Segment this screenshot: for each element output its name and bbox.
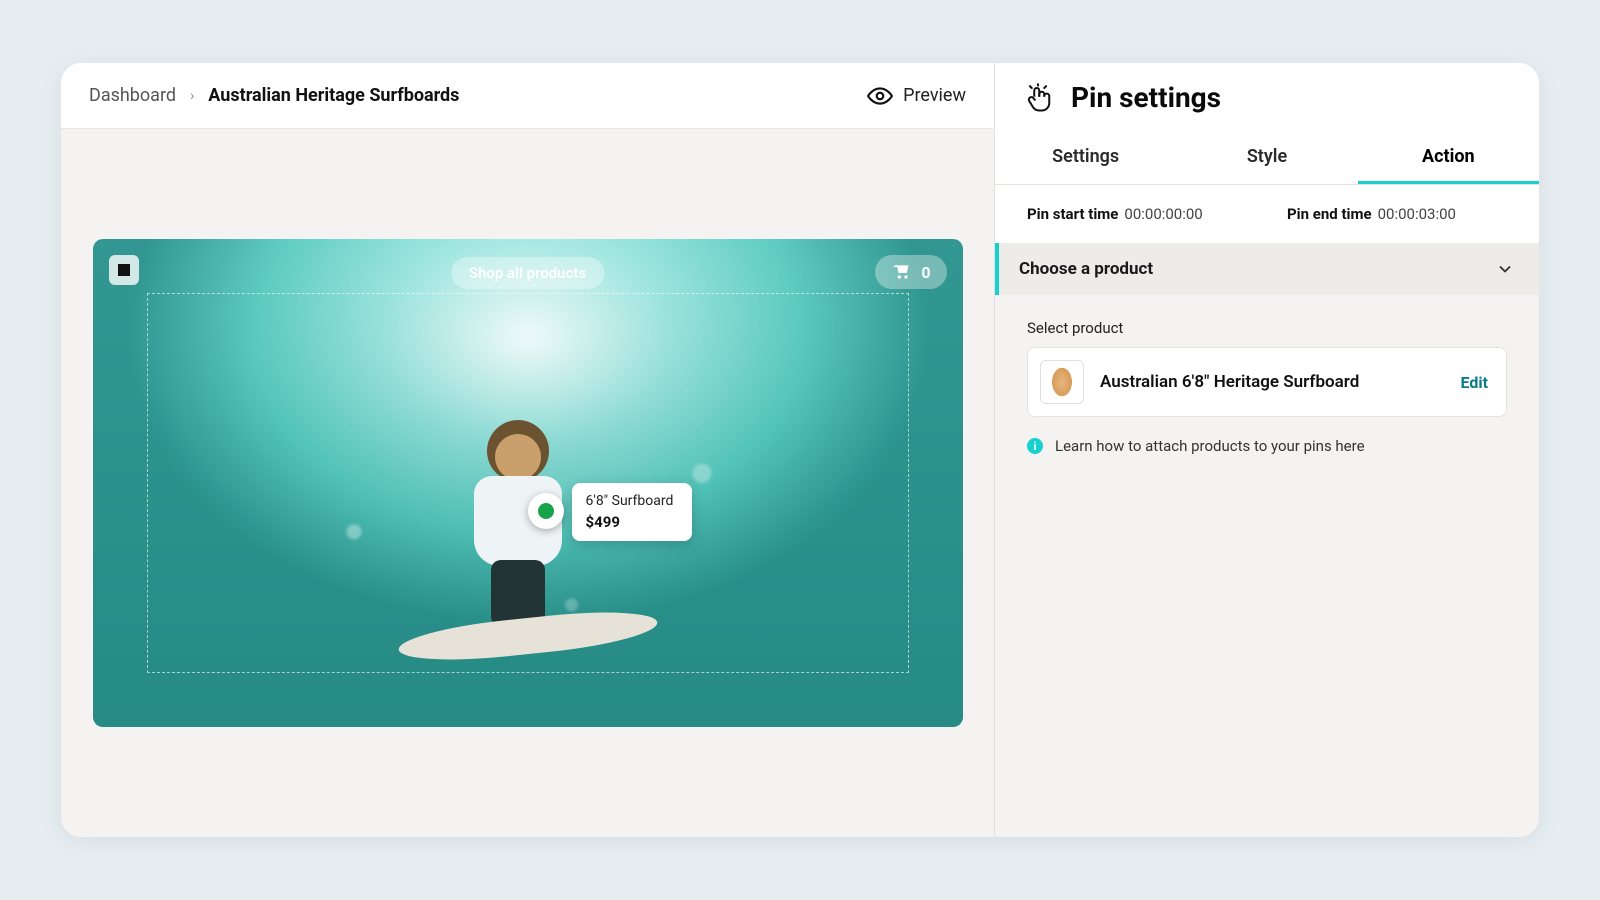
info-hint[interactable]: i Learn how to attach products to your p…: [1027, 437, 1507, 455]
preview-label: Preview: [903, 85, 966, 106]
choose-product-accordion[interactable]: Choose a product: [995, 243, 1539, 295]
select-product-label: Select product: [1027, 319, 1507, 337]
breadcrumb: Dashboard › Australian Heritage Surfboar…: [89, 85, 459, 106]
tap-icon: [1023, 83, 1053, 113]
brand-logo-icon: [115, 261, 133, 279]
cart-pill[interactable]: 0: [875, 255, 946, 289]
pin-end-value: 00:00:03:00: [1378, 205, 1456, 223]
product-name: Australian 6'8" Heritage Surfboard: [1100, 372, 1444, 392]
panel-header: Pin settings: [995, 63, 1539, 130]
brand-logo-chip[interactable]: [109, 255, 139, 285]
canvas-area: Shop all products 0 6'8" Surfboard $499: [61, 129, 994, 837]
settings-pane: Pin settings Settings Style Action Pin s…: [995, 63, 1539, 837]
pin-tooltip[interactable]: 6'8" Surfboard $499: [572, 483, 692, 541]
product-thumbnail: [1040, 360, 1084, 404]
cart-icon: [891, 262, 911, 282]
edit-product-button[interactable]: Edit: [1460, 373, 1488, 392]
pin-end-time: Pin end time 00:00:03:00: [1287, 205, 1507, 223]
pin-tooltip-price: $499: [586, 513, 678, 531]
shop-all-pill[interactable]: Shop all products: [451, 257, 604, 289]
breadcrumb-current: Australian Heritage Surfboards: [208, 85, 459, 106]
app-frame: Dashboard › Australian Heritage Surfboar…: [61, 63, 1539, 837]
eye-icon: [867, 83, 893, 109]
pin-start-value: 00:00:00:00: [1124, 205, 1202, 223]
product-section: Select product Australian 6'8" Heritage …: [995, 295, 1539, 479]
selected-product-row: Australian 6'8" Heritage Surfboard Edit: [1027, 347, 1507, 417]
breadcrumb-root[interactable]: Dashboard: [89, 85, 176, 106]
tab-settings[interactable]: Settings: [995, 130, 1176, 184]
video-preview[interactable]: Shop all products 0 6'8" Surfboard $499: [93, 239, 963, 727]
info-icon: i: [1027, 438, 1043, 454]
accordion-title: Choose a product: [1019, 259, 1153, 279]
safe-zone-guide: [147, 293, 909, 673]
chevron-right-icon: ›: [190, 88, 194, 104]
pin-end-label: Pin end time: [1287, 205, 1372, 223]
time-row: Pin start time 00:00:00:00 Pin end time 00…: [995, 185, 1539, 243]
top-bar: Dashboard › Australian Heritage Surfboar…: [61, 63, 994, 129]
pin-start-time: Pin start time 00:00:00:00: [1027, 205, 1247, 223]
panel-title: Pin settings: [1071, 81, 1221, 114]
pin-start-label: Pin start time: [1027, 205, 1118, 223]
pin-marker[interactable]: [528, 493, 564, 529]
tab-action[interactable]: Action: [1358, 130, 1539, 184]
editor-pane: Dashboard › Australian Heritage Surfboar…: [61, 63, 995, 837]
pin-tooltip-title: 6'8" Surfboard: [586, 493, 678, 509]
chevron-down-icon: [1495, 259, 1515, 279]
info-text: Learn how to attach products to your pin…: [1055, 437, 1365, 455]
cart-count: 0: [921, 263, 930, 282]
tab-style[interactable]: Style: [1176, 130, 1357, 184]
preview-button[interactable]: Preview: [867, 83, 966, 109]
tab-bar: Settings Style Action: [995, 130, 1539, 185]
